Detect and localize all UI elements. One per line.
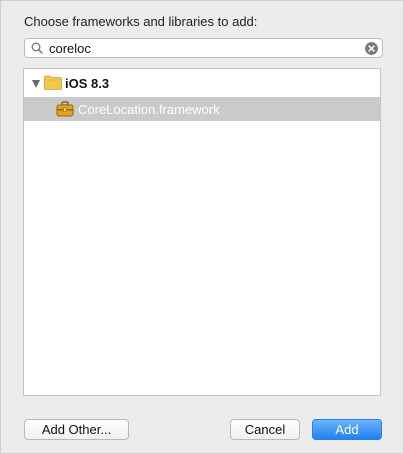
tree-group-label: iOS 8.3: [65, 76, 110, 91]
tree-group-row[interactable]: iOS 8.3: [24, 71, 380, 95]
add-other-button[interactable]: Add Other...: [24, 419, 129, 440]
search-field[interactable]: coreloc: [24, 38, 383, 58]
toolbox-icon: [56, 101, 74, 117]
cancel-button[interactable]: Cancel: [230, 419, 300, 440]
dialog-title: Choose frameworks and libraries to add:: [24, 14, 258, 29]
add-frameworks-dialog: Choose frameworks and libraries to add: …: [0, 0, 404, 454]
clear-icon[interactable]: [365, 42, 378, 55]
folder-icon: [44, 75, 62, 90]
disclosure-triangle-icon[interactable]: [32, 80, 40, 88]
search-icon: [31, 42, 43, 54]
add-button[interactable]: Add: [312, 419, 382, 440]
list-item[interactable]: CoreLocation.framework: [24, 97, 380, 121]
search-input[interactable]: coreloc: [49, 41, 91, 56]
framework-list[interactable]: iOS 8.3 CoreLocation.framework: [23, 68, 381, 396]
list-item-label: CoreLocation.framework: [78, 102, 220, 117]
